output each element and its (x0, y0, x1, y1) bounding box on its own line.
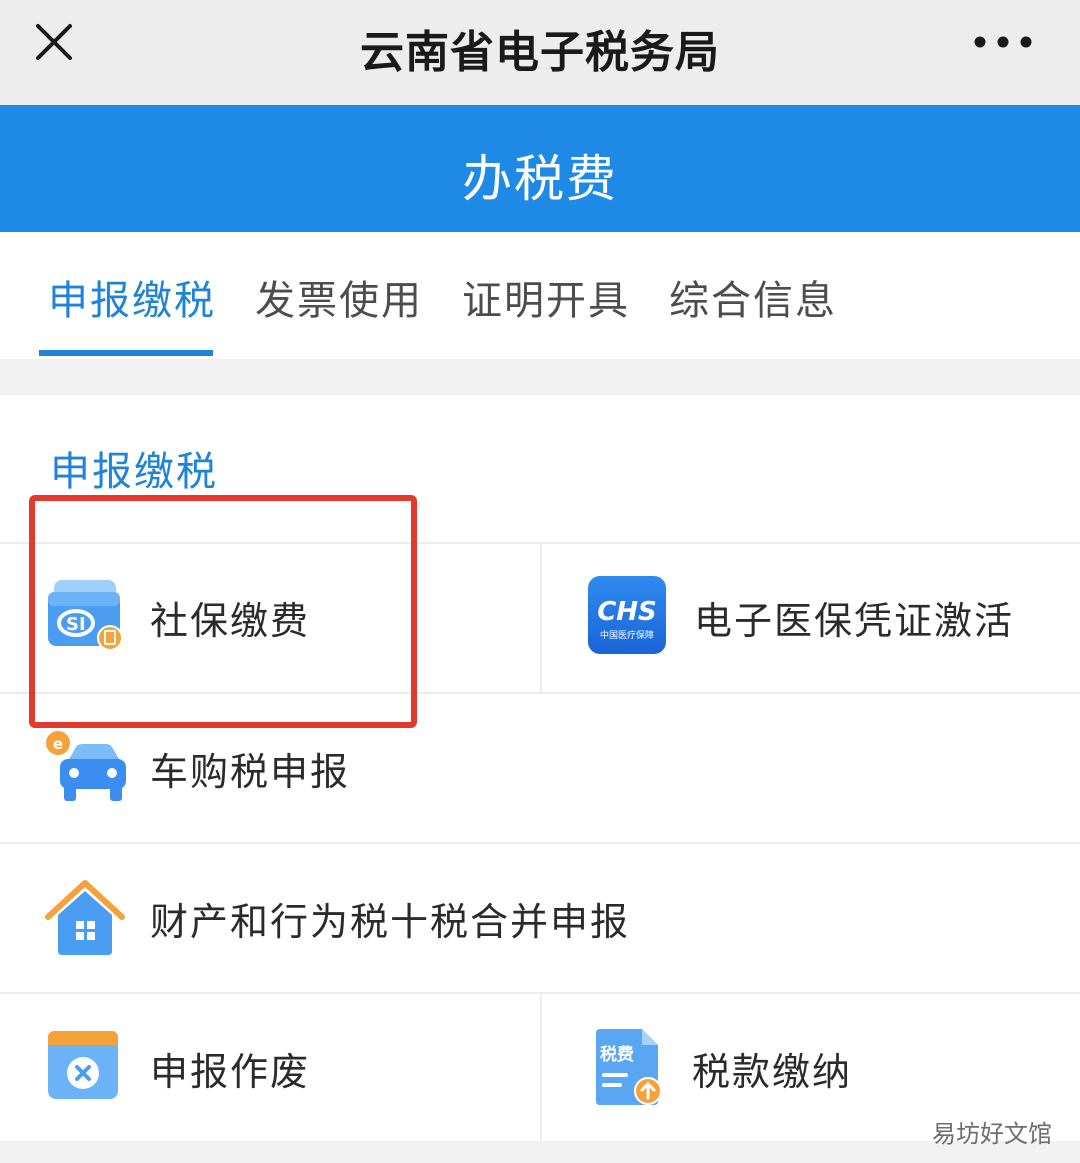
bottom-spacer (0, 1141, 1080, 1163)
house-icon (45, 880, 125, 955)
item-social-security-payment[interactable]: SI 社保缴费 (46, 578, 526, 658)
divider (540, 542, 542, 692)
svg-text:SI: SI (66, 614, 86, 635)
window-title: 云南省电子税务局 (360, 27, 720, 78)
section-title: 申报缴税 (50, 449, 218, 495)
item-vehicle-purchase-tax[interactable]: e 车购税申报 (44, 727, 524, 809)
item-property-behavior-tax[interactable]: 财产和行为税十税合并申报 (44, 877, 744, 959)
watermark: 易坊好文馆 (932, 1120, 1052, 1148)
divider (0, 842, 1080, 844)
svg-text:e: e (53, 735, 63, 753)
divider (0, 692, 1080, 694)
item-tax-payment[interactable]: 税费 税款缴纳 (592, 1027, 1062, 1109)
chs-medical-insurance-icon: CHS 中国医疗保障 (588, 576, 666, 654)
divider (540, 992, 542, 1141)
svg-text:CHS: CHS (597, 597, 657, 627)
tab-declare-pay[interactable]: 申报缴税 (48, 268, 216, 326)
item-label: 税款缴纳 (692, 1050, 853, 1094)
svg-text:税费: 税费 (600, 1044, 634, 1065)
item-label: 财产和行为税十税合并申报 (150, 900, 631, 944)
title-bar: 云南省电子税务局 (0, 0, 1080, 105)
page-header: 办税费 (0, 105, 1080, 232)
car-icon: e (46, 731, 126, 801)
item-label: 社保缴费 (150, 599, 311, 643)
svg-text:中国医疗保障: 中国医疗保障 (600, 629, 654, 641)
tab-general-info[interactable]: 综合信息 (669, 268, 837, 326)
more-options-icon[interactable] (968, 22, 1038, 62)
tab-invoice-use[interactable]: 发票使用 (255, 268, 423, 326)
service-panel: 申报缴税 SI 社保缴费 CHS 中国医疗保障 电子医保凭证激活 e 车购税申报… (0, 395, 1080, 1141)
tab-bar: 申报缴税 发票使用 证明开具 综合信息 (0, 232, 1080, 359)
item-cancel-declaration[interactable]: 申报作废 (46, 1027, 526, 1109)
social-security-card-icon: SI (48, 580, 123, 651)
item-label: 车购税申报 (150, 750, 351, 794)
tax-payment-icon: 税费 (596, 1029, 662, 1105)
tab-certificate-issue[interactable]: 证明开具 (462, 268, 630, 326)
item-medical-insurance-activation[interactable]: CHS 中国医疗保障 电子医保凭证激活 (588, 576, 1068, 658)
cancel-declaration-icon (48, 1031, 118, 1099)
active-tab-indicator (39, 350, 213, 356)
page-title: 办税费 (462, 150, 618, 208)
item-label: 电子医保凭证激活 (694, 599, 1015, 643)
item-label: 申报作废 (150, 1050, 311, 1094)
section-divider (0, 359, 1080, 395)
